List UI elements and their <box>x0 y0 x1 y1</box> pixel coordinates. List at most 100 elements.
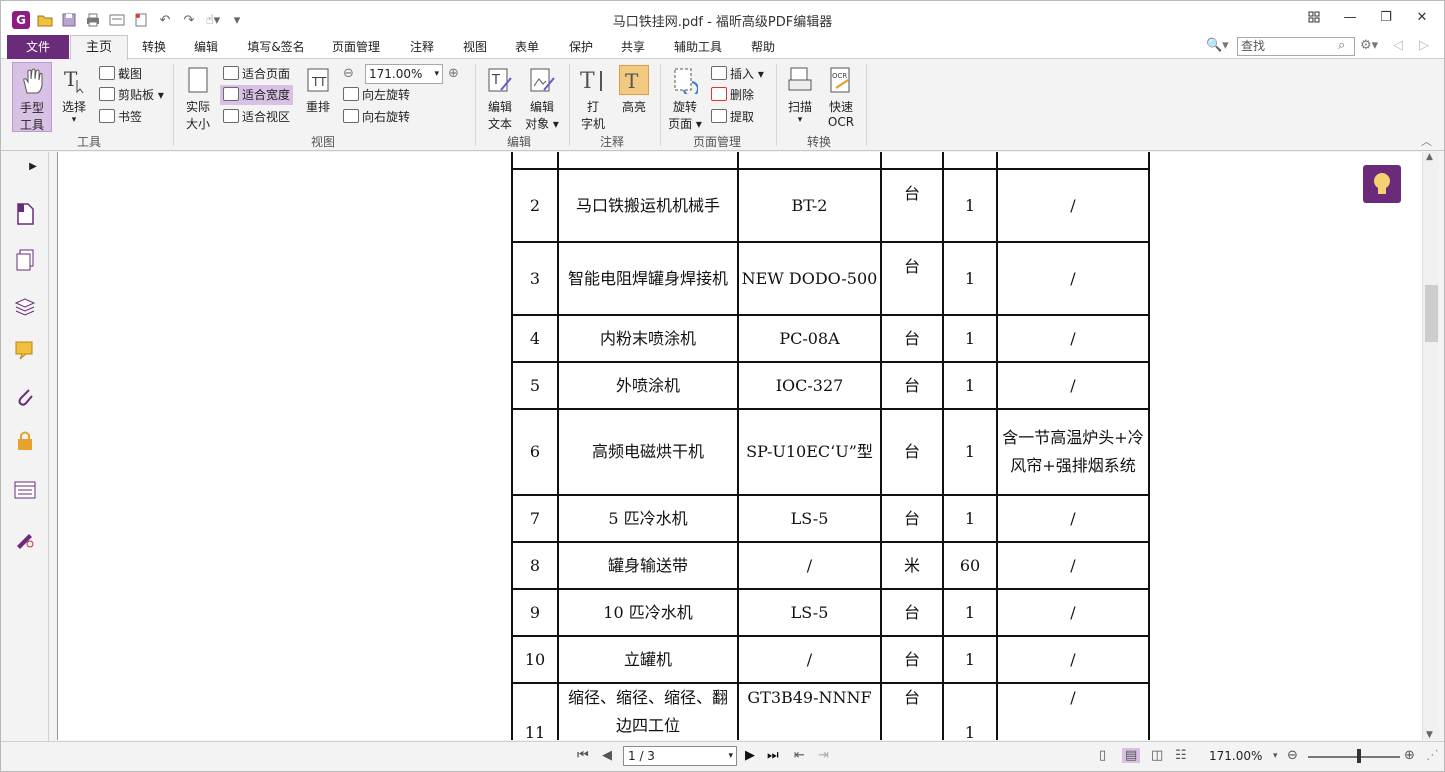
vertical-scrollbar[interactable]: ▲ ▼ <box>1422 152 1439 740</box>
fit-width-button[interactable]: 适合宽度 <box>220 85 294 105</box>
previous-view-icon[interactable]: ⇤ <box>794 748 805 763</box>
layers-icon[interactable] <box>13 294 37 318</box>
cell-no: 8 <box>511 541 559 590</box>
tab-file[interactable]: 文件 <box>7 35 69 59</box>
restore-icon[interactable]: ❐ <box>1368 5 1404 29</box>
previous-page-icon[interactable]: ◀ <box>602 748 612 763</box>
scanner-icon <box>785 65 815 95</box>
tab-help[interactable]: 帮助 <box>744 35 782 59</box>
search-options-icon[interactable]: 🔍▾ <box>1206 38 1229 53</box>
zoom-slider-knob[interactable] <box>1357 749 1361 763</box>
ribbon-options-icon[interactable] <box>1296 5 1332 29</box>
app-window: G ↶ ↷ ☝▾ ▾ 马口铁挂网.pdf - 福昕高级PDF编辑器 — ❐ ✕ … <box>0 0 1445 772</box>
hand-tool-button[interactable]: 手型 工具 <box>12 62 52 132</box>
table-row: 6 高频电磁烘干机 SP-U10EC‘U”型 台 1 含一节高温炉头+冷风帘+强… <box>511 408 1150 496</box>
fit-page-button[interactable]: 适合页面 <box>223 64 290 84</box>
highlight-button[interactable]: T 高亮 <box>616 65 652 115</box>
minimize-icon[interactable]: — <box>1332 5 1368 29</box>
zoom-dropdown-icon[interactable]: ▾ <box>1273 751 1278 761</box>
last-page-icon[interactable]: ⏭ <box>767 748 779 763</box>
clipboard-button[interactable]: 剪贴板 ▾ <box>99 85 164 105</box>
document-view[interactable]: 2 马口铁搬运机机械手 BT-2 台 1 / 3 智能电阻焊罐身焊接机 NEW … <box>57 152 1422 740</box>
lock-icon[interactable] <box>13 428 37 452</box>
cell-unit: 台 <box>880 682 944 740</box>
next-view-icon[interactable]: ⇥ <box>818 748 829 763</box>
expand-panel-icon[interactable]: ▶ <box>21 154 45 178</box>
zoom-out-icon[interactable]: ⊖ <box>343 66 354 81</box>
insert-page-button[interactable]: 插入 ▾ <box>711 64 764 84</box>
close-icon[interactable]: ✕ <box>1404 5 1440 29</box>
scroll-down-icon[interactable]: ▼ <box>1426 730 1433 740</box>
zoom-slider[interactable] <box>1308 756 1400 758</box>
svg-text:T: T <box>491 73 500 88</box>
reflow-button[interactable]: TT 重排 <box>301 65 335 115</box>
ocr-icon: OCR <box>826 65 856 95</box>
cell-qty: 1 <box>942 241 998 316</box>
cell-name: 高频电磁烘干机 <box>557 408 739 496</box>
collapse-ribbon-icon[interactable]: ︿ <box>1421 133 1432 149</box>
tab-view[interactable]: 视图 <box>456 35 494 59</box>
tab-protect[interactable]: 保护 <box>562 35 600 59</box>
tab-comment[interactable]: 注释 <box>403 35 441 59</box>
cell-name: 立罐机 <box>557 635 739 684</box>
rotate-pages-button[interactable]: 旋转 页面 ▾ <box>666 65 704 132</box>
zoom-in-status-icon[interactable]: ⊕ <box>1404 748 1415 763</box>
ribbon: 手型 工具 T 选择 ▾ 截图 剪贴板 ▾ 书签 工具 实际 大小 适合页面 适… <box>1 60 1444 151</box>
comments-icon[interactable] <box>13 338 37 362</box>
tab-fill-sign[interactable]: 填写&签名 <box>241 35 311 59</box>
form-fields-icon[interactable] <box>13 478 37 502</box>
scrollbar-thumb[interactable] <box>1425 285 1438 342</box>
select-tool-button[interactable]: T 选择 ▾ <box>57 65 91 125</box>
cell-name: 内粉末喷涂机 <box>557 314 739 363</box>
cell-model: GT3B49-NNNF <box>737 682 882 740</box>
tab-home[interactable]: 主页 <box>70 35 128 60</box>
zoom-out-status-icon[interactable]: ⊖ <box>1287 748 1298 763</box>
snapshot-button[interactable]: 截图 <box>99 64 142 84</box>
pages-icon[interactable] <box>13 248 37 272</box>
settings-gear-icon[interactable]: ⚙▾ <box>1360 38 1378 53</box>
zoom-percentage[interactable]: 171.00% <box>1209 749 1262 763</box>
extract-page-button[interactable]: 提取 <box>711 107 754 127</box>
table-row: 8 罐身输送带 / 米 60 / <box>511 541 1150 590</box>
scan-dropdown-icon: ▾ <box>797 115 803 125</box>
facing-page-icon[interactable]: ◫ <box>1151 748 1163 763</box>
tab-convert[interactable]: 转换 <box>135 35 173 59</box>
typewriter-button[interactable]: T 打 字机 <box>575 65 611 132</box>
tab-edit[interactable]: 编辑 <box>187 35 225 59</box>
search-icon[interactable]: ⌕ <box>1338 38 1345 53</box>
delete-page-button[interactable]: 删除 <box>711 85 754 105</box>
scan-button[interactable]: 扫描 ▾ <box>782 65 818 125</box>
page-number-input[interactable]: 1 / 3 ▾ <box>623 746 737 766</box>
cell-note: / <box>996 682 1150 740</box>
attachment-icon[interactable] <box>13 384 37 408</box>
first-page-icon[interactable]: ⏮ <box>577 748 589 763</box>
tab-accessibility[interactable]: 辅助工具 <box>669 35 727 59</box>
tab-organize[interactable]: 页面管理 <box>325 35 387 59</box>
back-arrow-icon[interactable]: ◁ <box>1393 38 1403 53</box>
ribbon-divider <box>173 64 174 146</box>
rotate-left-button[interactable]: 向左旋转 <box>343 85 410 105</box>
edit-object-button[interactable]: 编辑 对象 ▾ <box>522 65 562 132</box>
highlight-icon: T <box>619 65 649 95</box>
fit-visible-button[interactable]: 适合视区 <box>223 107 290 127</box>
tab-form[interactable]: 表单 <box>508 35 546 59</box>
bookmark-button[interactable]: 书签 <box>99 107 142 127</box>
quick-ocr-button[interactable]: OCR 快速 OCR <box>822 65 860 129</box>
scroll-up-icon[interactable]: ▲ <box>1426 152 1433 162</box>
zoom-select[interactable]: 171.00% ▾ <box>365 64 443 84</box>
tips-bulb-button[interactable] <box>1363 165 1401 203</box>
zoom-in-icon[interactable]: ⊕ <box>448 66 459 81</box>
edit-text-button[interactable]: T 编辑 文本 <box>482 65 518 132</box>
actual-size-button[interactable]: 实际 大小 <box>181 65 215 132</box>
next-page-icon[interactable]: ▶ <box>745 748 755 763</box>
continuous-facing-icon[interactable]: ☷ <box>1175 748 1187 763</box>
rotate-right-button[interactable]: 向右旋转 <box>343 107 410 127</box>
single-page-icon[interactable]: ▯ <box>1099 748 1106 763</box>
signature-icon[interactable] <box>13 526 37 550</box>
cell-qty: 1 <box>942 588 998 637</box>
forward-arrow-icon[interactable]: ▷ <box>1419 38 1429 53</box>
ribbon-divider <box>660 64 661 146</box>
tab-share[interactable]: 共享 <box>614 35 652 59</box>
page-thumbnail-icon[interactable] <box>13 202 37 226</box>
continuous-page-icon[interactable]: ▤ <box>1122 748 1141 763</box>
